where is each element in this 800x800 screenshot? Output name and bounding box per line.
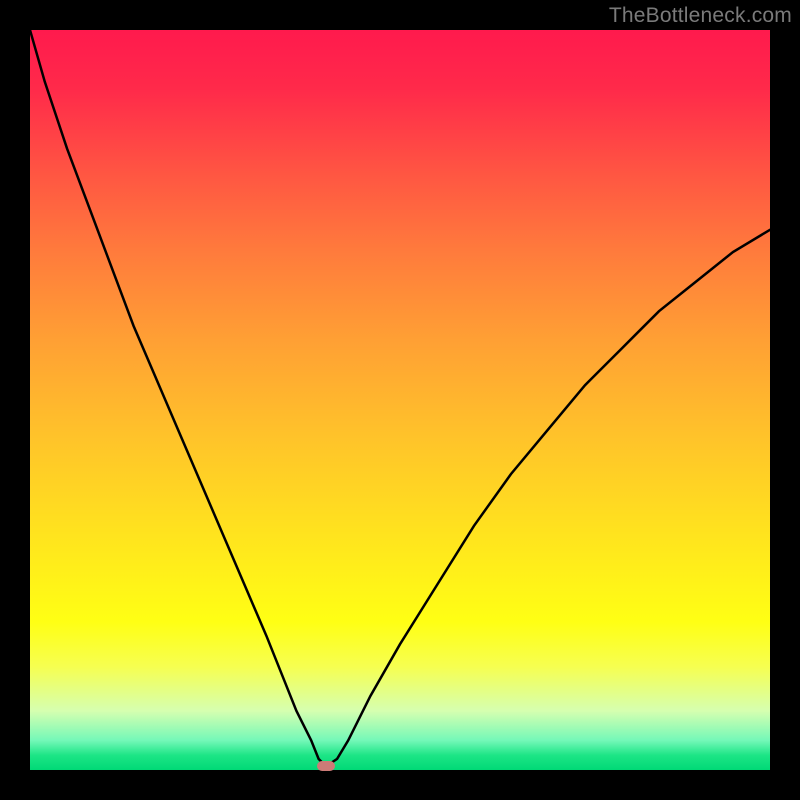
bottleneck-curve: [30, 30, 770, 770]
watermark-text: TheBottleneck.com: [609, 4, 792, 28]
optimal-point-marker: [317, 761, 335, 771]
chart-frame: TheBottleneck.com: [0, 0, 800, 800]
